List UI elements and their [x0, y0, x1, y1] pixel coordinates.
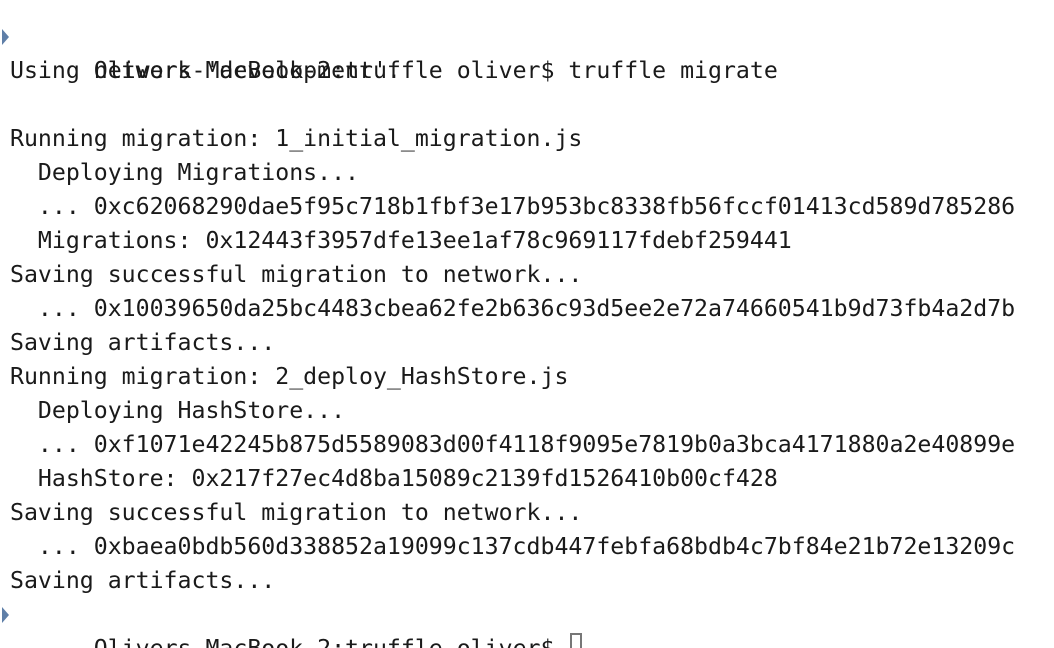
block-cursor-icon[interactable] — [570, 633, 583, 648]
line-text: Deploying HashStore... — [10, 397, 346, 424]
terminal-line: Deploying Migrations... — [10, 156, 1015, 190]
terminal-line: Saving successful migration to network..… — [10, 258, 1015, 292]
line-text: ... 0xbaea0bdb560d338852a19099c137cdb447… — [10, 533, 1016, 560]
mark-icon — [2, 29, 9, 45]
line-text: Running migration: 1_initial_migration.j… — [10, 125, 583, 152]
line-text: Saving successful migration to network..… — [10, 261, 583, 288]
terminal-line: ... 0xc62068290dae5f95c718b1fbf3e17b953b… — [10, 190, 1015, 224]
line-text: Olivers-MacBook-2:truffle oliver$ — [94, 635, 569, 648]
line-text: Saving successful migration to network..… — [10, 499, 583, 526]
terminal-output: Olivers-MacBook-2:truffle oliver$ truffl… — [2, 20, 1015, 648]
terminal-line: HashStore: 0x217f27ec4d8ba15089c2139fd15… — [10, 462, 1015, 496]
terminal-line: Running migration: 2_deploy_HashStore.js — [10, 360, 1015, 394]
terminal-line: ... 0x10039650da25bc4483cbea62fe2b636c93… — [10, 292, 1015, 326]
terminal-line-prompt[interactable]: Olivers-MacBook-2:truffle oliver$ — [2, 598, 1015, 648]
mark-icon — [2, 607, 9, 623]
terminal-line: Running migration: 1_initial_migration.j… — [10, 122, 1015, 156]
line-text: Saving artifacts... — [10, 567, 276, 594]
line-text: Deploying Migrations... — [10, 159, 360, 186]
terminal-line: ... 0xbaea0bdb560d338852a19099c137cdb447… — [10, 530, 1015, 564]
line-text: ... 0xf1071e42245b875d5589083d00f4118f90… — [10, 431, 1016, 458]
line-text: Running migration: 2_deploy_HashStore.js — [10, 363, 569, 390]
terminal-line: Saving artifacts... — [10, 326, 1015, 360]
line-text: Saving artifacts... — [10, 329, 276, 356]
terminal-line: Saving artifacts... — [10, 564, 1015, 598]
terminal-line: Using network 'development'. — [10, 54, 1015, 88]
line-text: Migrations: 0x12443f3957dfe13ee1af78c969… — [10, 227, 792, 254]
terminal-line: Migrations: 0x12443f3957dfe13ee1af78c969… — [10, 224, 1015, 258]
line-text: ... 0xc62068290dae5f95c718b1fbf3e17b953b… — [10, 193, 1016, 220]
terminal-window[interactable]: Olivers-MacBook-2:truffle oliver$ truffl… — [0, 0, 1054, 648]
terminal-line-command: Olivers-MacBook-2:truffle oliver$ truffl… — [2, 20, 1015, 84]
line-text: ... 0x10039650da25bc4483cbea62fe2b636c93… — [10, 295, 1016, 322]
terminal-line: Deploying HashStore... — [10, 394, 1015, 428]
terminal-line: Saving successful migration to network..… — [10, 496, 1015, 530]
terminal-line: ... 0xf1071e42245b875d5589083d00f4118f90… — [10, 428, 1015, 462]
line-text: Using network 'development'. — [10, 57, 401, 84]
line-text: HashStore: 0x217f27ec4d8ba15089c2139fd15… — [10, 465, 778, 492]
